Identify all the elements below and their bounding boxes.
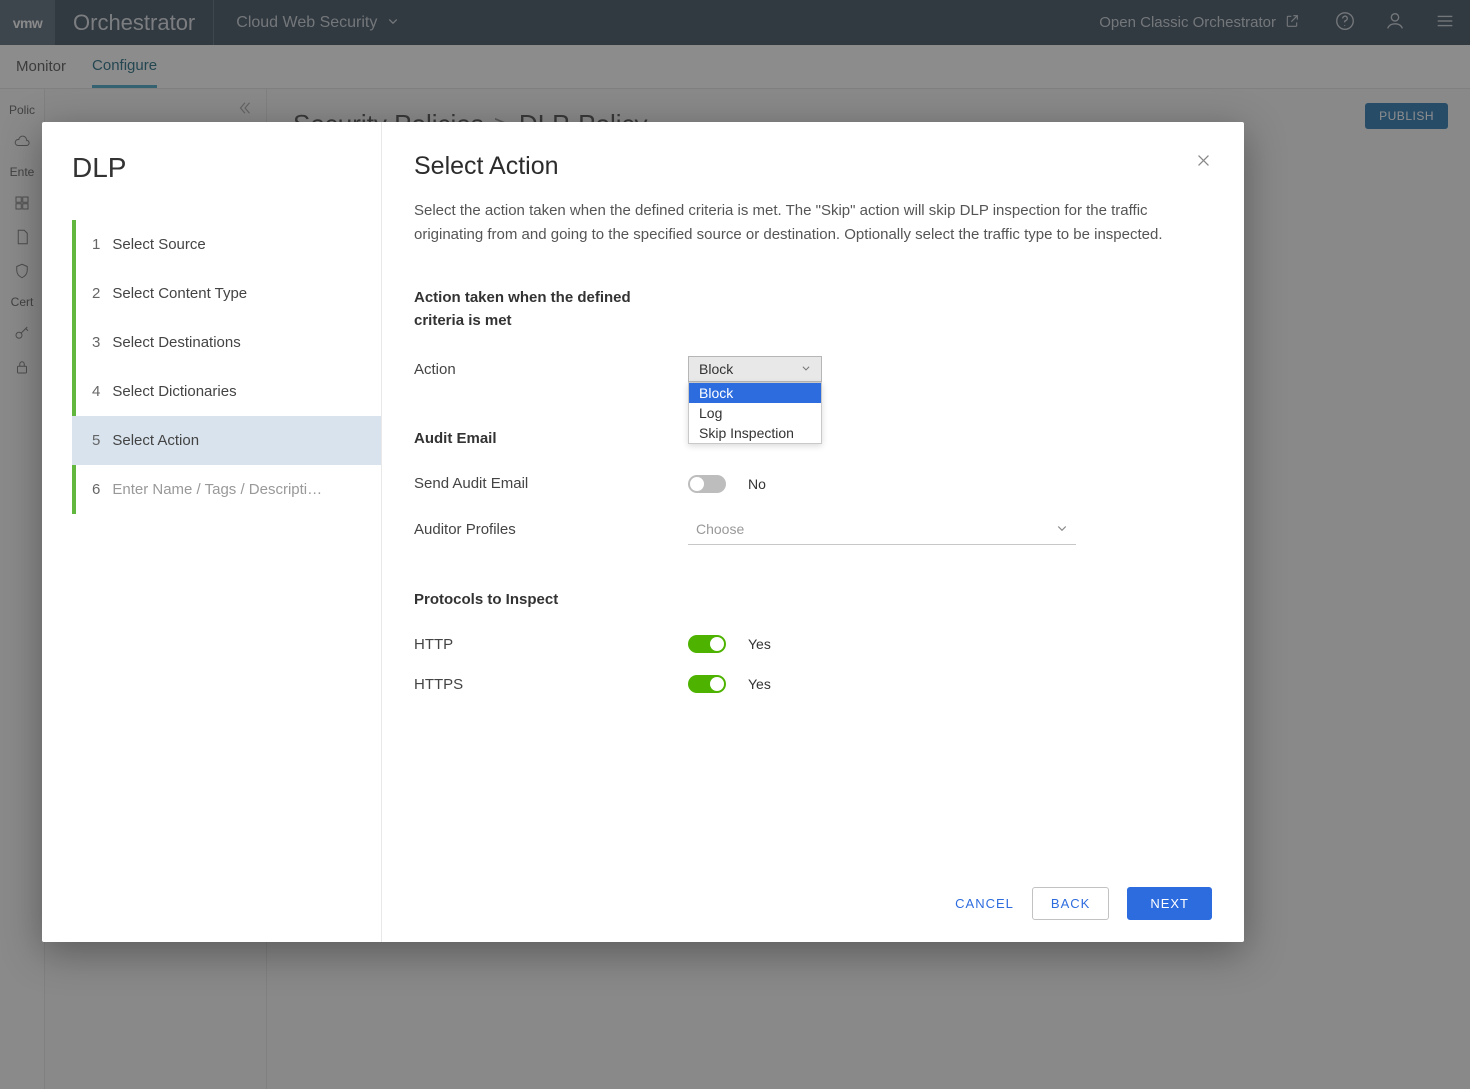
auditor-placeholder: Choose [696, 521, 744, 537]
http-toggle[interactable] [688, 635, 726, 653]
modal-footer: CANCEL BACK NEXT [382, 869, 1244, 942]
step-number: 4 [92, 383, 100, 400]
modal-title: Select Action [414, 152, 559, 181]
http-value: Yes [748, 636, 771, 652]
action-label: Action [414, 361, 688, 378]
step-number: 6 [92, 481, 100, 498]
auditor-select[interactable]: Choose [688, 515, 1076, 545]
step-label: Select Destinations [112, 334, 240, 351]
step-3[interactable]: 3 Select Destinations [76, 318, 381, 367]
step-label: Select Action [112, 432, 199, 449]
step-2[interactable]: 2 Select Content Type [76, 269, 381, 318]
auditor-label: Auditor Profiles [414, 521, 688, 538]
step-label: Select Source [112, 236, 205, 253]
section-action-title: Action taken when the defined criteria i… [414, 287, 654, 332]
step-number: 1 [92, 236, 100, 253]
chevron-down-icon [801, 363, 811, 376]
send-audit-toggle[interactable] [688, 475, 726, 493]
https-label: HTTPS [414, 676, 688, 693]
wizard-steps: 1 Select Source 2 Select Content Type 3 Sel… [72, 220, 381, 514]
step-6[interactable]: 6 Enter Name / Tags / Descripti… [76, 465, 381, 514]
action-option-skip[interactable]: Skip Inspection [689, 423, 821, 443]
chevron-down-icon [1056, 521, 1068, 537]
action-select[interactable]: Block [688, 356, 822, 382]
dlp-wizard-modal: DLP 1 Select Source 2 Select Content Type … [42, 122, 1244, 942]
cancel-button[interactable]: CANCEL [955, 896, 1014, 911]
step-number: 5 [92, 432, 100, 449]
modal-content: Select Action Select the action taken wh… [382, 122, 1244, 942]
action-dropdown: Block Log Skip Inspection [688, 382, 822, 444]
back-button[interactable]: BACK [1032, 887, 1109, 920]
step-4[interactable]: 4 Select Dictionaries [76, 367, 381, 416]
close-icon [1195, 156, 1212, 172]
step-number: 3 [92, 334, 100, 351]
send-audit-value: No [748, 476, 766, 492]
next-button[interactable]: NEXT [1127, 887, 1212, 920]
modal-description: Select the action taken when the defined… [414, 199, 1212, 247]
step-number: 2 [92, 285, 100, 302]
step-1[interactable]: 1 Select Source [76, 220, 381, 269]
step-label: Select Dictionaries [112, 383, 236, 400]
send-audit-label: Send Audit Email [414, 475, 688, 492]
modal-steps-panel: DLP 1 Select Source 2 Select Content Type … [42, 122, 382, 942]
action-select-value: Block [699, 361, 733, 377]
close-button[interactable] [1195, 152, 1212, 181]
https-toggle[interactable] [688, 675, 726, 693]
action-option-log[interactable]: Log [689, 403, 821, 423]
section-protocols-title: Protocols to Inspect [414, 589, 1212, 612]
modal-left-title: DLP [42, 152, 381, 220]
https-value: Yes [748, 676, 771, 692]
step-label: Select Content Type [112, 285, 247, 302]
http-label: HTTP [414, 636, 688, 653]
action-option-block[interactable]: Block [689, 383, 821, 403]
step-5[interactable]: 5 Select Action [72, 416, 381, 465]
step-label: Enter Name / Tags / Descripti… [112, 481, 322, 498]
